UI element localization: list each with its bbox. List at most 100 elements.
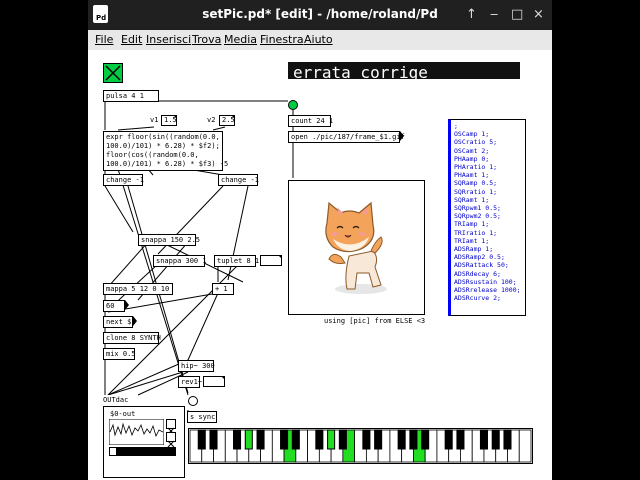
hip-object[interactable]: hip~ 300 (178, 360, 215, 372)
menu-finestra[interactable]: Finestra (260, 33, 304, 46)
outdac-gop: $0-out (103, 406, 185, 478)
black-key[interactable] (244, 429, 253, 450)
keyboard-keys (189, 429, 532, 463)
main-toggle[interactable] (103, 63, 123, 83)
v1-number-box[interactable]: 1.5 (161, 115, 177, 126)
mix-object[interactable]: mix 0.5 (103, 348, 136, 360)
black-key[interactable] (409, 429, 418, 450)
param-line: OSCratio 5; (454, 138, 498, 147)
black-key[interactable] (491, 429, 500, 450)
black-key[interactable] (397, 429, 406, 450)
send-sync-object[interactable]: s sync (187, 411, 217, 423)
black-key[interactable] (421, 429, 430, 450)
toggle-x-icon (105, 65, 121, 81)
black-key[interactable] (233, 429, 242, 450)
black-key[interactable] (280, 429, 289, 450)
param-line: OSCamp 1; (454, 130, 490, 139)
param-line: ADSRdecay 6; (454, 269, 501, 278)
minimize-icon[interactable]: ‒ (490, 7, 498, 22)
black-key[interactable] (479, 429, 488, 450)
menu-media[interactable]: Media (224, 33, 257, 46)
pic-display (288, 180, 425, 315)
menu-aiuto[interactable]: Aiuto (304, 33, 333, 46)
params-list: ; OSCamp 1; OSCratio 5; OSCamt 2; PHAamp 0; P… (454, 122, 522, 302)
bang-button[interactable] (288, 100, 298, 110)
param-line: ADSRsustain 100; (454, 277, 517, 286)
piano-keyboard[interactable] (188, 428, 533, 464)
change-object-a[interactable]: change -1 (103, 174, 144, 186)
plus-one-object[interactable]: + 1 (212, 283, 234, 295)
param-line: PHAratio 1; (454, 163, 498, 172)
clone-object[interactable]: clone 8 SYNTH (103, 332, 161, 344)
black-key[interactable] (362, 429, 371, 450)
black-key[interactable] (503, 429, 512, 450)
close-icon[interactable]: × (533, 7, 544, 22)
tuplet-number-box[interactable] (260, 255, 282, 266)
snappa-150-object[interactable]: snappa 150 2.5 (138, 234, 200, 246)
param-line: SQRamp 0.5; (454, 179, 498, 188)
window-title: setPic.pd* [edit] - /home/roland/Pd (202, 7, 438, 21)
title-bar[interactable]: Pd setPic.pd* [edit] - /home/roland/Pd ↑… (88, 0, 552, 30)
black-key[interactable] (338, 429, 347, 450)
count-object[interactable]: count 24 1 (288, 115, 333, 127)
param-line: PHAamt 1; (454, 171, 490, 180)
patch-canvas[interactable]: errata_corrige pulsa 4 1 v1 1.5 v2 2.5 c… (88, 50, 552, 480)
expr-object[interactable]: expr floor(sin((random(0.0, 100.0)/101) … (103, 131, 228, 171)
rev-number-box[interactable] (203, 376, 225, 387)
rev-object[interactable]: rev1~ 30 (178, 376, 215, 388)
meter-waveform (109, 419, 164, 445)
param-line: PHAamp 0; (454, 154, 490, 163)
param-line: TRIamp 1; (454, 220, 490, 229)
black-key[interactable] (444, 429, 453, 450)
mappa-object[interactable]: mappa 5 12 0 10 (103, 283, 173, 295)
volume-slider[interactable] (109, 447, 176, 456)
param-line: ADSRattack 50; (454, 261, 509, 270)
param-line: ADSRrelease 1000; (454, 286, 521, 295)
pin-icon[interactable]: ↑ (466, 7, 477, 22)
black-key[interactable] (256, 429, 265, 450)
black-key[interactable] (209, 429, 218, 450)
v2-number-box[interactable]: 2.5 (219, 115, 235, 126)
snappa-300-object[interactable]: snappa 300 1 (153, 255, 207, 267)
white-key[interactable] (518, 429, 532, 463)
param-line: ADSRamp2 0.5; (454, 253, 505, 262)
cat-dancing-image (325, 201, 387, 294)
black-key[interactable] (456, 429, 465, 450)
sixty-message[interactable]: 60 (103, 300, 129, 312)
param-line: ADSRcurve 2; (454, 294, 501, 303)
change-object-b[interactable]: change -1 (218, 174, 259, 186)
mute-toggle[interactable] (166, 419, 176, 435)
pic-caption: using [pic] from ELSE <3 (324, 317, 426, 325)
tuplet-object[interactable]: tuplet 8 1 (214, 255, 259, 267)
volume-slider-fill (116, 448, 176, 455)
menu-edit[interactable]: Edit (121, 33, 142, 46)
menu-file[interactable]: File (95, 33, 113, 46)
v1-label: v1 (150, 116, 159, 124)
outdac-label: OUTdac (103, 395, 135, 405)
v2-label: v2 (207, 116, 216, 124)
menu-bar: File Edit Inserisci Trova Media Finestra… (88, 30, 552, 50)
pulsa-object[interactable]: pulsa 4 1 (103, 90, 159, 102)
out-send-label: $0-out (110, 410, 136, 418)
banner-comment: errata_corrige (288, 62, 520, 82)
params-message-box[interactable]: ; OSCamp 1; OSCratio 5; OSCamt 2; PHAamp 0; P… (448, 119, 526, 316)
open-message[interactable]: open ./pic/187/frame_$1.gif (288, 131, 405, 143)
menu-inserisci[interactable]: Inserisci (146, 33, 191, 46)
black-key[interactable] (374, 429, 383, 450)
param-line: ; (454, 122, 458, 130)
param-line: SQRamt 1; (454, 195, 490, 204)
param-line: SQRpwm2 0.5; (454, 212, 501, 221)
sync-bang[interactable] (188, 396, 198, 406)
black-key[interactable] (197, 429, 206, 450)
next-message[interactable]: next $1 (103, 316, 137, 328)
black-key[interactable] (327, 429, 336, 450)
param-line: SQRratio 1; (454, 187, 498, 196)
param-line: TRIamt 1; (454, 236, 490, 245)
param-line: OSCamt 2; (454, 146, 490, 155)
param-line: ADSRamp 1; (454, 245, 494, 254)
black-key[interactable] (315, 429, 324, 450)
dsp-toggle[interactable] (166, 432, 176, 448)
maximize-icon[interactable]: □ (511, 7, 523, 22)
black-key[interactable] (291, 429, 300, 450)
menu-trova[interactable]: Trova (192, 33, 221, 46)
